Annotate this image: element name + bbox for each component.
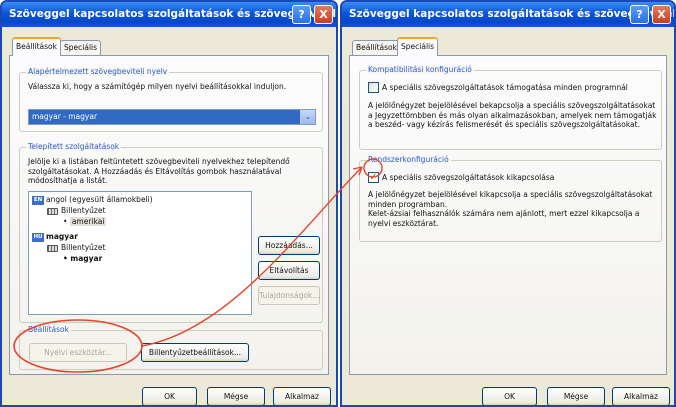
tree-language-item[interactable]: HU magyar	[32, 232, 78, 242]
right-window-title: Szöveggel kapcsolatos szolgáltatások és …	[349, 8, 674, 20]
settings-legend: Beállítások	[26, 325, 71, 334]
ok-button[interactable]: OK	[482, 387, 537, 405]
keyboard-icon	[47, 244, 58, 252]
tree-language-item[interactable]: EN angol (egyesült államokbeli)	[32, 195, 153, 205]
right-dialog-window: Szöveggel kapcsolatos szolgáltatások és …	[340, 0, 676, 407]
tree-layout-label: amerikai	[69, 217, 107, 226]
system-config-description: A jelölőnégyzet bejelölésével kikapcsolj…	[368, 190, 653, 228]
tree-language-label: magyar	[46, 232, 78, 241]
language-bar-button[interactable]: Nyelvi eszköztár...	[29, 343, 127, 362]
tree-keyboard-label: Billentyűzet	[61, 243, 106, 252]
default-language-value: magyar - magyar	[32, 112, 98, 121]
system-config-legend: Rendszerkonfiguráció	[366, 155, 451, 164]
compat-description: A jelölőnégyzet bejelölésével bekapcsolj…	[368, 101, 657, 129]
installed-services-legend: Telepített szolgáltatások	[26, 142, 122, 151]
right-help-button[interactable]: ?	[630, 5, 649, 24]
disable-services-label[interactable]: A speciális szövegszolgáltatások kikapcs…	[382, 173, 658, 183]
compat-checkbox[interactable]	[368, 82, 379, 93]
settings-group: Beállítások Nyelvi eszköztár... Billenty…	[19, 325, 323, 370]
left-tab-settings[interactable]: Beállítások	[12, 37, 61, 56]
properties-button[interactable]: Tulajdonságok...	[258, 286, 320, 305]
cancel-button[interactable]: Mégse	[547, 387, 605, 405]
apply-button[interactable]: Alkalmaz	[273, 387, 331, 405]
tree-layout-item[interactable]: • amerikai	[63, 217, 107, 227]
installed-services-group: Telepített szolgáltatások Jelölje ki a l…	[19, 142, 323, 323]
compat-config-legend: Kompatibilitási konfiguráció	[366, 65, 474, 74]
left-dialog-window: Szöveggel kapcsolatos szolgáltatások és …	[0, 0, 338, 407]
tree-language-label: angol (egyesült államokbeli)	[46, 195, 153, 204]
default-language-legend: Alapértelmezett szövegbeviteli nyelv	[26, 67, 170, 76]
left-help-button[interactable]: ?	[292, 5, 311, 24]
tree-keyboard-label: Billentyűzet	[61, 206, 106, 215]
disable-services-checkbox[interactable]: ✓	[368, 172, 379, 183]
remove-button[interactable]: Eltávolítás	[258, 261, 320, 280]
system-config-group: Rendszerkonfiguráció ✓ A speciális szöve…	[359, 155, 662, 242]
default-language-group: Alapértelmezett szövegbeviteli nyelv Vál…	[19, 67, 323, 132]
right-title-bar[interactable]: Szöveggel kapcsolatos szolgáltatások és …	[342, 2, 674, 27]
checkmark-icon: ✓	[369, 172, 378, 183]
left-tab-panel: Alapértelmezett szövegbeviteli nyelv Vál…	[9, 55, 329, 375]
installed-services-tree[interactable]: EN angol (egyesült államokbeli) Billentyű…	[28, 191, 252, 315]
ok-button[interactable]: OK	[142, 387, 197, 405]
key-settings-button[interactable]: Billentyűzetbeállítások...	[141, 343, 249, 362]
tree-keyboard-item[interactable]: Billentyűzet	[47, 243, 105, 253]
add-button[interactable]: Hozzáadás...	[258, 236, 320, 255]
bullet-icon: •	[63, 217, 68, 226]
right-tab-advanced[interactable]: Speciális	[397, 37, 439, 56]
tree-layout-item[interactable]: • magyar	[63, 254, 102, 264]
default-language-description: Válassza ki, hogy a számítógép milyen ny…	[28, 82, 287, 91]
tree-keyboard-item[interactable]: Billentyűzet	[47, 206, 105, 216]
compat-checkbox-label[interactable]: A speciális szövegszolgáltatások támogat…	[382, 83, 658, 93]
compat-config-group: Kompatibilitási konfiguráció A speciális…	[359, 65, 662, 150]
keyboard-icon	[47, 207, 58, 215]
cancel-button[interactable]: Mégse	[207, 387, 265, 405]
tree-layout-label: magyar	[70, 254, 103, 263]
language-badge-icon: EN	[32, 195, 44, 205]
left-close-button[interactable]: X	[314, 5, 333, 24]
left-title-bar[interactable]: Szöveggel kapcsolatos szolgáltatások és …	[2, 2, 336, 27]
default-language-dropdown[interactable]: magyar - magyar ⌄	[28, 109, 316, 125]
left-tab-advanced[interactable]: Speciális	[60, 40, 102, 55]
left-window-title: Szöveggel kapcsolatos szolgáltatások és …	[9, 8, 336, 20]
installed-services-description: Jelölje ki a listában feltüntetett szöve…	[28, 157, 290, 185]
chevron-down-icon[interactable]: ⌄	[300, 110, 315, 124]
right-close-button[interactable]: X	[652, 5, 671, 24]
language-badge-icon: HU	[32, 232, 44, 242]
bullet-icon: •	[63, 254, 68, 263]
right-tab-settings[interactable]: Beállítások	[352, 40, 401, 55]
apply-button[interactable]: Alkalmaz	[612, 387, 670, 405]
right-tab-panel: Kompatibilitási konfiguráció A speciális…	[349, 55, 667, 375]
